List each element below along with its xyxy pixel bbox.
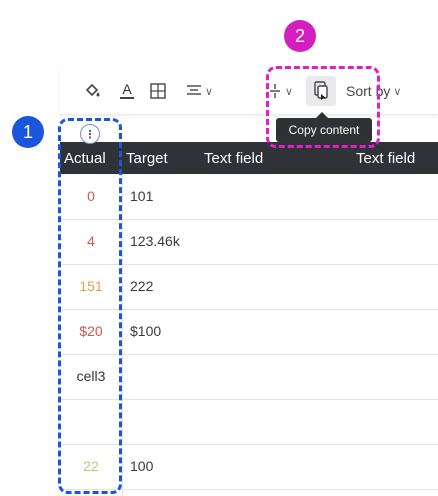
actual-column-highlight — [58, 118, 122, 494]
annotation-badge-2: 2 — [284, 20, 316, 52]
target-cell[interactable]: 222 — [122, 278, 210, 294]
svg-text:A: A — [122, 81, 132, 97]
align-dropdown[interactable]: ∨ — [186, 78, 213, 104]
header-text-field[interactable]: Text field — [204, 150, 263, 167]
chevron-down-icon: ∨ — [205, 85, 214, 98]
copy-content-highlight — [266, 66, 380, 148]
borders-icon — [150, 83, 166, 99]
target-cell[interactable]: 123.46k — [122, 233, 210, 249]
target-cell[interactable]: $100 — [122, 323, 210, 339]
chevron-down-icon: ∨ — [393, 85, 402, 98]
annotation-badge-1: 1 — [12, 116, 44, 148]
formatting-toolbar: A ∨ ∨ Sort by ∨ — [60, 68, 438, 115]
text-color-icon: A — [120, 81, 134, 99]
text-color-button[interactable]: A — [118, 78, 136, 104]
fill-color-icon — [85, 83, 100, 97]
header-target[interactable]: Target — [126, 150, 168, 167]
align-icon — [187, 85, 201, 95]
header-text-field-2[interactable]: Text field — [356, 150, 415, 167]
borders-button[interactable] — [150, 78, 166, 104]
fill-color-button[interactable] — [84, 78, 102, 104]
target-cell[interactable]: 101 — [122, 188, 210, 204]
target-cell[interactable]: 100 — [122, 458, 210, 474]
